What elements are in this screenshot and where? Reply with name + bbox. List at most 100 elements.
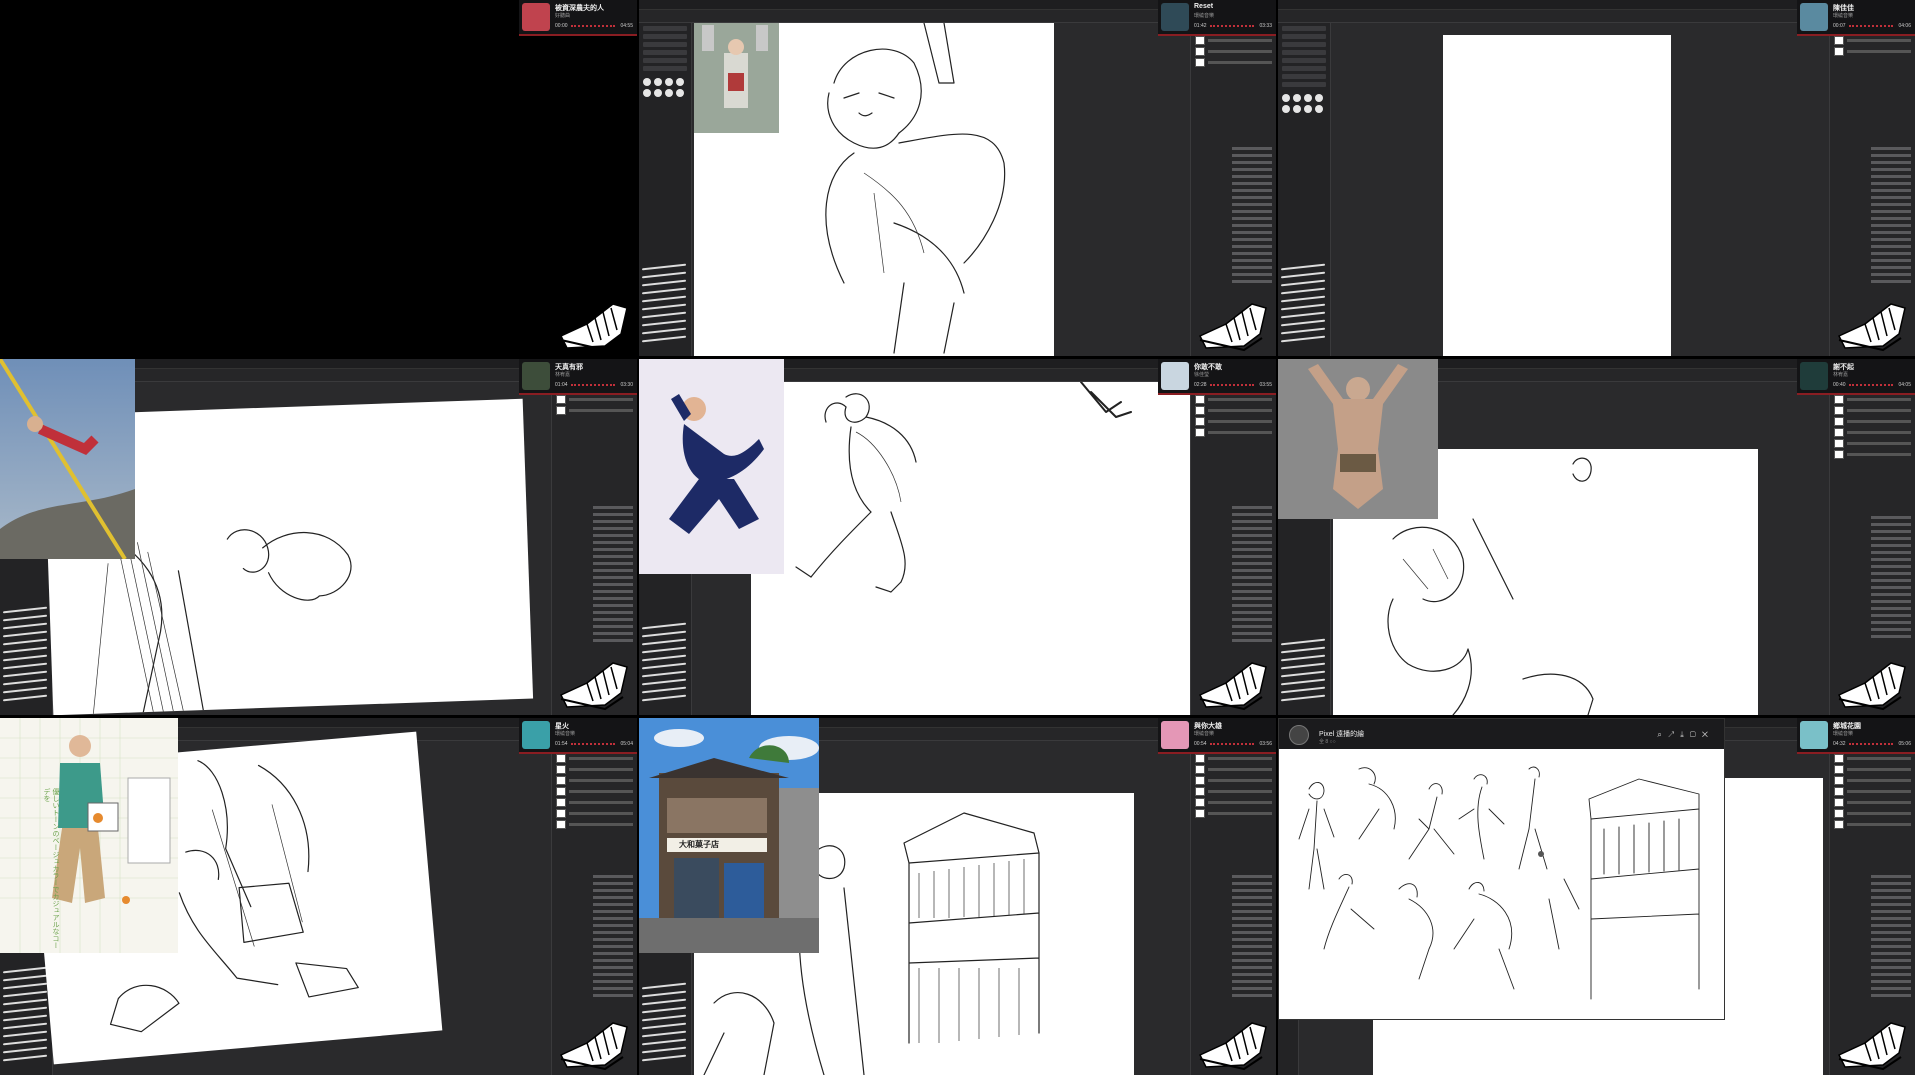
tile-3-blank-canvas: 陳佳佳 環繞音樂 00:07 04:06 [1278, 0, 1915, 356]
music-widget[interactable]: 天真有邪 林宥嘉 01:04 03:30 [519, 359, 637, 395]
reference-photo-costume [694, 23, 779, 133]
album-cover [1161, 362, 1189, 390]
album-cover [1800, 362, 1828, 390]
brush-strokes[interactable] [642, 260, 686, 346]
brush-strokes[interactable] [3, 963, 47, 1065]
song-artist: 環繞音樂 [1194, 731, 1215, 737]
shoe-sketch-logo-icon [1837, 662, 1906, 711]
shoe-sketch-logo-icon [559, 662, 628, 711]
reference-photo-pole-vault [0, 359, 135, 559]
viewer-titlebar[interactable]: Pixel 遠播的繪 全 8 ○○ ⌕↗⤓▢✕ [1279, 719, 1724, 749]
music-widget[interactable]: 鄉城花園 環繞音樂 04:32 05:06 [1797, 718, 1915, 754]
music-widget[interactable]: 被資深農夫的人 好聽曲 00:00 04:55 [519, 0, 637, 36]
total-time: 03:33 [1259, 23, 1272, 29]
album-cover [1800, 3, 1828, 31]
elapsed-time: 00:07 [1833, 23, 1846, 29]
progress-wave[interactable] [1849, 384, 1893, 389]
album-cover [522, 3, 550, 31]
song-artist: 林宥嘉 [1833, 372, 1849, 378]
music-widget[interactable]: 星火 環繞音樂 01:54 05:04 [519, 718, 637, 754]
album-cover [1161, 3, 1189, 31]
brush-strokes[interactable] [642, 619, 686, 705]
song-artist: 環繞音樂 [555, 731, 576, 737]
tile-4-drawing-app: 天真有邪 林宥嘉 01:04 03:30 [0, 359, 637, 715]
reference-magazine-page: 優しいトーンのベージュカラーでカジュアルなコーデを [0, 718, 178, 953]
magazine-vertical-text: 優しいトーンのベージュカラーでカジュアルなコーデを [43, 788, 59, 949]
brush-strokes[interactable] [1281, 635, 1325, 705]
elapsed-time: 04:32 [1833, 741, 1846, 747]
music-widget[interactable]: 謝不起 林宥嘉 00:40 04:05 [1797, 359, 1915, 395]
total-time: 04:05 [1898, 382, 1911, 388]
music-widget[interactable]: Reset 環繞音樂 01:42 03:33 [1158, 0, 1276, 36]
song-artist: 環繞音樂 [1194, 13, 1215, 19]
brush-strokes[interactable] [1281, 260, 1325, 346]
shoe-sketch-logo-icon [1837, 1022, 1906, 1071]
shoe-sketch-logo-icon [1837, 303, 1906, 352]
shoe-sketch-logo-icon [1198, 303, 1267, 352]
album-cover [1800, 721, 1828, 749]
shoe-sketch-logo-icon [559, 303, 628, 352]
album-cover [1161, 721, 1189, 749]
total-time: 05:04 [620, 741, 633, 747]
tile-5-drawing-app: 你敢不敢 徐佳瑩 02:28 03:55 [639, 359, 1276, 715]
album-cover [522, 721, 550, 749]
progress-wave[interactable] [571, 25, 615, 30]
song-artist: 林宥嘉 [555, 372, 571, 378]
reference-photo-bodybuilder [1278, 359, 1438, 519]
shoe-sketch-logo-icon [1198, 1022, 1267, 1071]
tool-panel[interactable] [1278, 23, 1331, 356]
collage-grid: 被資深農夫的人 好聽曲 00:00 04:55 Reset 環繞音樂 01:42… [0, 0, 1915, 1075]
drawing-canvas[interactable] [751, 382, 1191, 715]
progress-wave[interactable] [1210, 743, 1254, 748]
progress-wave[interactable] [571, 384, 615, 389]
reference-photo-model [639, 359, 784, 574]
elapsed-time: 01:04 [555, 382, 568, 388]
total-time: 05:06 [1898, 741, 1911, 747]
image-viewer-window[interactable]: Pixel 遠播的繪 全 8 ○○ ⌕↗⤓▢✕ [1278, 718, 1725, 1020]
tile-7-drawing-app: 優しいトーンのベージュカラーでカジュアルなコーデを 星火 環繞音樂 01:54 … [0, 718, 637, 1075]
progress-wave[interactable] [1210, 25, 1254, 30]
elapsed-time: 01:42 [1194, 23, 1207, 29]
elapsed-time: 01:54 [555, 741, 568, 747]
shop-sign-text: 大和菓子店 [679, 839, 719, 849]
song-artist: 環繞音樂 [1833, 731, 1854, 737]
progress-wave[interactable] [1210, 384, 1254, 389]
music-widget[interactable]: 你敢不敢 徐佳瑩 02:28 03:55 [1158, 359, 1276, 395]
tile-9-gallery-viewer: Pixel 遠播的繪 全 8 ○○ ⌕↗⤓▢✕ 鄉城花園 環繞音樂 04:32 … [1278, 718, 1915, 1075]
avatar [1289, 725, 1309, 745]
tool-panel[interactable] [639, 23, 692, 356]
album-cover [522, 362, 550, 390]
brush-strokes[interactable] [642, 979, 686, 1065]
elapsed-time: 00:54 [1194, 741, 1207, 747]
tile-1-black: 被資深農夫的人 好聽曲 00:00 04:55 [0, 0, 637, 356]
elapsed-time: 02:28 [1194, 382, 1207, 388]
total-time: 04:06 [1898, 23, 1911, 29]
elapsed-time: 00:40 [1833, 382, 1846, 388]
total-time: 03:56 [1259, 741, 1272, 747]
brush-presets[interactable] [639, 74, 691, 101]
music-widget[interactable]: 與你大雄 環繞音樂 00:54 03:56 [1158, 718, 1276, 754]
progress-wave[interactable] [571, 743, 615, 748]
song-artist: 徐佳瑩 [1194, 372, 1210, 378]
tile-8-drawing-app: 大和菓子店 與你大雄 環繞音樂 00:54 03:56 [639, 718, 1276, 1075]
viewer-controls[interactable]: ⌕↗⤓▢✕ [1657, 730, 1714, 740]
brush-strokes[interactable] [3, 603, 47, 705]
tile-6-drawing-app: 謝不起 林宥嘉 00:40 04:05 [1278, 359, 1915, 715]
song-artist: 好聽曲 [555, 13, 571, 19]
total-time: 03:30 [620, 382, 633, 388]
viewer-subtitle: 全 8 ○○ [1319, 739, 1336, 745]
song-title: Reset [1194, 3, 1214, 10]
shoe-sketch-logo-icon [559, 1022, 628, 1071]
drawing-canvas[interactable] [1443, 35, 1671, 356]
total-time: 03:55 [1259, 382, 1272, 388]
song-artist: 環繞音樂 [1833, 13, 1854, 19]
total-time: 04:55 [620, 23, 633, 29]
progress-wave[interactable] [1849, 25, 1893, 30]
elapsed-time: 00:00 [555, 23, 568, 29]
brush-presets[interactable] [1278, 90, 1330, 117]
shoe-sketch-logo-icon [1198, 662, 1267, 711]
progress-wave[interactable] [1849, 743, 1893, 748]
music-widget[interactable]: 陳佳佳 環繞音樂 00:07 04:06 [1797, 0, 1915, 36]
reference-photo-shop: 大和菓子店 [639, 718, 819, 953]
tile-2-drawing-app: Reset 環繞音樂 01:42 03:33 [639, 0, 1276, 356]
